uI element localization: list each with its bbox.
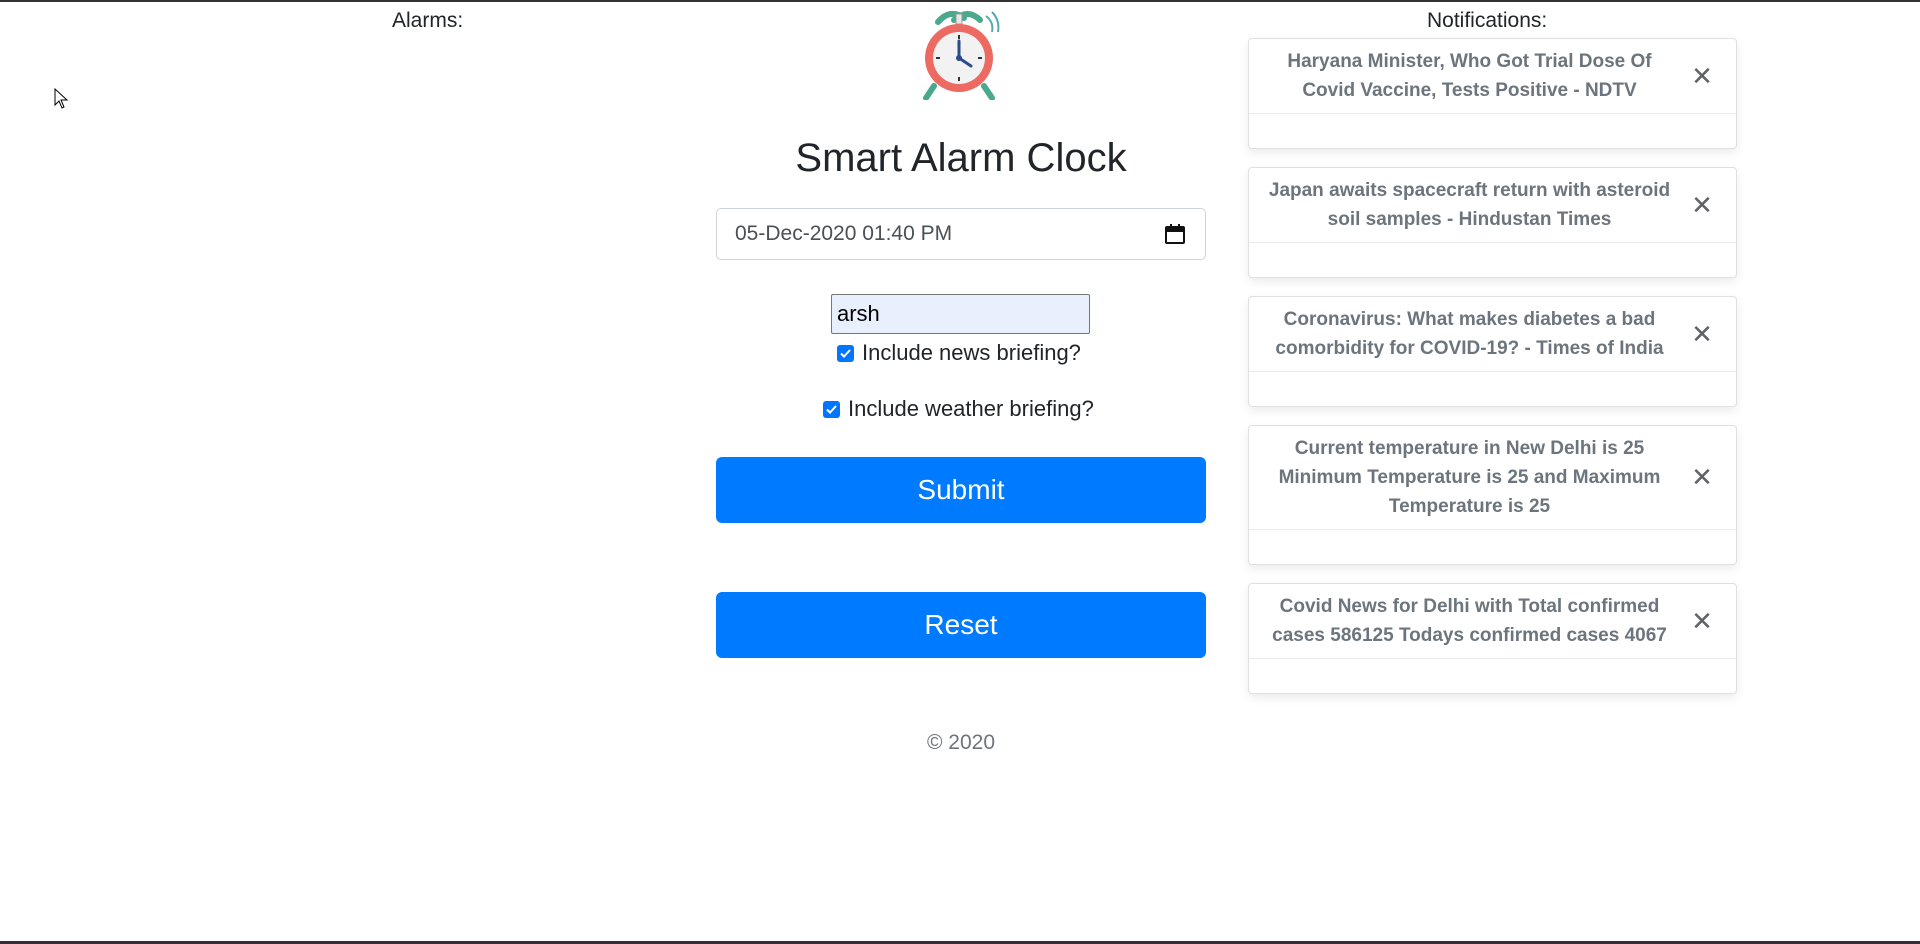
notification-body	[1249, 114, 1736, 148]
weather-briefing-checkbox[interactable]	[823, 400, 840, 418]
alarm-datetime-input[interactable]: 05-Dec-2020 01:40 PM	[716, 208, 1206, 260]
submit-button[interactable]: Submit	[716, 457, 1206, 523]
weather-briefing-option[interactable]: Include weather briefing?	[823, 396, 1094, 422]
notification-header: Japan awaits spacecraft return with aste…	[1249, 168, 1736, 243]
close-icon[interactable]: ✕	[1682, 61, 1722, 92]
notification-toast: Covid News for Delhi with Total confirme…	[1248, 583, 1737, 694]
notification-toast: Current temperature in New Delhi is 25 M…	[1248, 425, 1737, 565]
weather-briefing-label: Include weather briefing?	[848, 396, 1094, 421]
close-icon[interactable]: ✕	[1682, 190, 1722, 221]
notification-body	[1249, 530, 1736, 564]
copyright-footer: © 2020	[926, 731, 996, 754]
notification-title: Haryana Minister, Who Got Trial Dose Of …	[1287, 51, 1652, 101]
notification-body	[1249, 659, 1736, 693]
notification-toast: Japan awaits spacecraft return with aste…	[1248, 167, 1737, 278]
news-briefing-checkbox[interactable]	[837, 344, 854, 362]
alarm-name-value: arsh	[837, 301, 880, 326]
notification-body	[1249, 243, 1736, 277]
notification-header: Covid News for Delhi with Total confirme…	[1249, 584, 1736, 659]
calendar-icon[interactable]	[1163, 222, 1187, 246]
alarms-heading: Alarms:	[392, 9, 464, 32]
notification-toast: Coronavirus: What makes diabetes a bad c…	[1248, 296, 1737, 407]
notification-title: Covid News for Delhi with Total confirme…	[1272, 596, 1667, 646]
close-icon[interactable]: ✕	[1682, 606, 1722, 637]
check-icon	[826, 404, 837, 414]
notification-body	[1249, 372, 1736, 406]
notification-header: Haryana Minister, Who Got Trial Dose Of …	[1249, 39, 1736, 114]
notification-toast: Haryana Minister, Who Got Trial Dose Of …	[1248, 38, 1737, 149]
notification-title: Coronavirus: What makes diabetes a bad c…	[1275, 309, 1664, 359]
notification-header: Coronavirus: What makes diabetes a bad c…	[1249, 297, 1736, 372]
page: Alarms: Notifications: Smart Alarm Clock	[0, 0, 1920, 944]
alarm-clock-icon	[923, 10, 1000, 100]
notification-title: Japan awaits spacecraft return with aste…	[1268, 180, 1671, 230]
close-icon[interactable]: ✕	[1682, 462, 1722, 493]
page-title: Smart Alarm Clock	[795, 136, 1127, 180]
news-briefing-label: Include news briefing?	[862, 340, 1081, 365]
reset-button[interactable]: Reset	[716, 592, 1206, 658]
news-briefing-option[interactable]: Include news briefing?	[837, 340, 1081, 366]
notifications-list: Haryana Minister, Who Got Trial Dose Of …	[1248, 38, 1737, 712]
notification-header: Current temperature in New Delhi is 25 M…	[1249, 426, 1736, 530]
notifications-heading: Notifications:	[1427, 9, 1548, 32]
check-icon	[840, 348, 851, 358]
mouse-cursor-icon	[54, 88, 69, 109]
alarm-name-input[interactable]: arsh	[831, 294, 1090, 334]
datetime-value: 05-Dec-2020 01:40 PM	[735, 222, 953, 245]
notification-title: Current temperature in New Delhi is 25 M…	[1278, 438, 1661, 517]
close-icon[interactable]: ✕	[1682, 319, 1722, 350]
